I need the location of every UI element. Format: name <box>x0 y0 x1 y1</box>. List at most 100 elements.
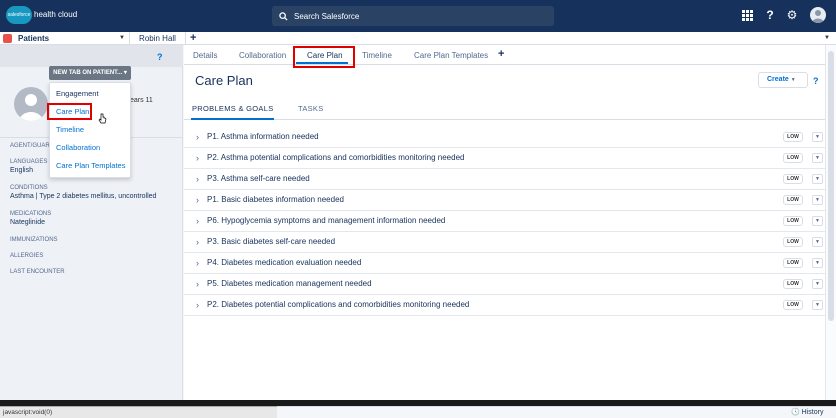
new-tab-button-label: NEW TAB ON PATIENT... <box>53 70 123 76</box>
chevron-right-icon[interactable]: › <box>196 153 199 163</box>
priority-badge: LOW <box>783 174 803 184</box>
tab-robin-hall[interactable]: Robin Hall <box>130 32 186 45</box>
history-button[interactable]: 🕓 History <box>791 408 823 416</box>
chevron-right-icon[interactable]: › <box>196 258 199 268</box>
row-menu-button[interactable]: ▼ <box>812 279 823 289</box>
tab-timeline[interactable]: Timeline <box>362 51 392 60</box>
priority-badge: LOW <box>783 216 803 226</box>
problem-title: P2. Diabetes potential complications and… <box>207 300 470 309</box>
field-value-medications: Nateglinide <box>10 219 46 226</box>
list-item[interactable]: › P5. Diabetes medication management nee… <box>184 274 829 295</box>
row-menu-button[interactable]: ▼ <box>812 132 823 142</box>
mouse-cursor-icon <box>98 113 107 124</box>
new-tab-dropdown-menu: Engagement Care Plan Timeline Collaborat… <box>49 82 131 178</box>
page-title: Care Plan <box>195 73 253 88</box>
field-label-medications: MEDICATIONS <box>10 211 52 217</box>
vertical-scrollbar[interactable] <box>825 45 836 400</box>
patient-age: ears 11 <box>130 97 153 104</box>
list-item[interactable]: › P2. Diabetes potential complications a… <box>184 295 829 316</box>
field-value-conditions: Asthma | Type 2 diabetes mellitus, uncon… <box>10 193 157 200</box>
help-icon[interactable]: ? <box>763 8 777 22</box>
chevron-right-icon[interactable]: › <box>196 174 199 184</box>
tab-details[interactable]: Details <box>193 51 217 60</box>
new-tab-on-patient-button[interactable]: NEW TAB ON PATIENT... ▾ <box>49 66 131 80</box>
chevron-right-icon[interactable]: › <box>196 300 199 310</box>
list-item[interactable]: › P3. Basic diabetes self-care needed LO… <box>184 232 829 253</box>
object-navigation-menu[interactable]: Patients ▼ <box>0 32 130 45</box>
field-label-allergies: ALLERGIES <box>10 253 44 259</box>
salesforce-logo[interactable]: salesforce <box>6 6 32 24</box>
row-menu-button[interactable]: ▼ <box>812 258 823 268</box>
user-avatar-icon[interactable] <box>810 7 826 23</box>
tab-care-plan-templates[interactable]: Care Plan Templates <box>414 51 488 60</box>
care-plan-highlight-box <box>47 103 92 120</box>
row-menu-button[interactable]: ▼ <box>812 237 823 247</box>
add-subtab-button[interactable]: + <box>498 48 504 60</box>
chevron-right-icon[interactable]: › <box>196 132 199 142</box>
field-label-conditions: CONDITIONS <box>10 185 48 191</box>
list-item[interactable]: › P3. Asthma self-care needed LOW ▼ <box>184 169 829 190</box>
chevron-right-icon[interactable]: › <box>196 237 199 247</box>
active-tab-indicator <box>191 118 274 120</box>
console-tab-bar: Patients ▼ Robin Hall + ▼ <box>0 32 836 45</box>
help-icon[interactable]: ? <box>813 76 819 86</box>
menu-item-care-plan-templates[interactable]: Care Plan Templates <box>56 161 125 170</box>
tab-collaboration[interactable]: Collaboration <box>239 51 286 60</box>
add-tab-button[interactable]: + <box>190 32 196 45</box>
history-icon: 🕓 <box>791 409 800 416</box>
patients-icon <box>3 34 12 43</box>
list-item[interactable]: › P4. Diabetes medication evaluation nee… <box>184 253 829 274</box>
problem-title: P2. Asthma potential complications and c… <box>207 153 465 162</box>
status-url: javascript:void(0) <box>0 406 277 418</box>
chevron-down-icon[interactable]: ▼ <box>824 35 830 41</box>
priority-badge: LOW <box>783 279 803 289</box>
app-name: health cloud <box>34 10 78 19</box>
menu-item-engagement[interactable]: Engagement <box>56 89 99 98</box>
create-button[interactable]: Create ▼ <box>758 72 808 88</box>
care-plan-tabs: PROBLEMS & GOALS TASKS <box>184 98 836 120</box>
problem-title: P6. Hypoglycemia symptoms and management… <box>207 216 446 225</box>
help-icon[interactable]: ? <box>157 52 163 62</box>
list-item[interactable]: › P2. Asthma potential complications and… <box>184 148 829 169</box>
priority-badge: LOW <box>783 195 803 205</box>
create-button-label: Create <box>767 76 789 83</box>
global-search-input[interactable]: Search Salesforce <box>272 6 554 26</box>
list-item[interactable]: › P6. Hypoglycemia symptoms and manageme… <box>184 211 829 232</box>
bottom-bar: javascript:void(0) 🕓 History <box>0 400 836 418</box>
row-menu-button[interactable]: ▼ <box>812 195 823 205</box>
patient-avatar <box>14 87 48 121</box>
menu-item-timeline[interactable]: Timeline <box>56 125 84 134</box>
setup-gear-icon[interactable]: ⚙ <box>785 8 799 22</box>
row-menu-button[interactable]: ▼ <box>812 174 823 184</box>
priority-badge: LOW <box>783 153 803 163</box>
chevron-right-icon[interactable]: › <box>196 216 199 226</box>
chevron-down-icon[interactable]: ▼ <box>119 35 125 41</box>
scrollbar-thumb[interactable] <box>828 51 834 321</box>
field-label-languages: LANGUAGES <box>10 159 48 165</box>
chevron-right-icon[interactable]: › <box>196 279 199 289</box>
priority-badge: LOW <box>783 237 803 247</box>
row-menu-button[interactable]: ▼ <box>812 300 823 310</box>
problem-title: P5. Diabetes medication management neede… <box>207 279 372 288</box>
list-item[interactable]: › P1. Basic diabetes information needed … <box>184 190 829 211</box>
tab-problems-goals[interactable]: PROBLEMS & GOALS <box>192 104 274 113</box>
problem-title: P1. Basic diabetes information needed <box>207 195 344 204</box>
record-subtabs: Details Collaboration Care Plan Timeline… <box>184 45 836 68</box>
app-launcher-icon[interactable] <box>740 8 754 22</box>
field-label-agent: AGENT/GUAR <box>10 143 50 149</box>
problem-title: P3. Basic diabetes self-care needed <box>207 237 336 246</box>
tab-tasks[interactable]: TASKS <box>298 104 324 113</box>
panel-header: ? <box>0 45 183 67</box>
row-menu-button[interactable]: ▼ <box>812 153 823 163</box>
priority-badge: LOW <box>783 132 803 142</box>
menu-item-collaboration[interactable]: Collaboration <box>56 143 100 152</box>
list-item[interactable]: › P1. Asthma information needed LOW ▼ <box>184 127 829 148</box>
problem-title: P1. Asthma information needed <box>207 132 319 141</box>
problem-title: P4. Diabetes medication evaluation neede… <box>207 258 362 267</box>
utility-bar: 🕓 History <box>277 406 836 418</box>
chevron-right-icon[interactable]: › <box>196 195 199 205</box>
row-menu-button[interactable]: ▼ <box>812 216 823 226</box>
main-content: Details Collaboration Care Plan Timeline… <box>184 45 836 400</box>
chevron-down-icon: ▼ <box>790 77 796 83</box>
object-label: Patients <box>18 34 50 43</box>
